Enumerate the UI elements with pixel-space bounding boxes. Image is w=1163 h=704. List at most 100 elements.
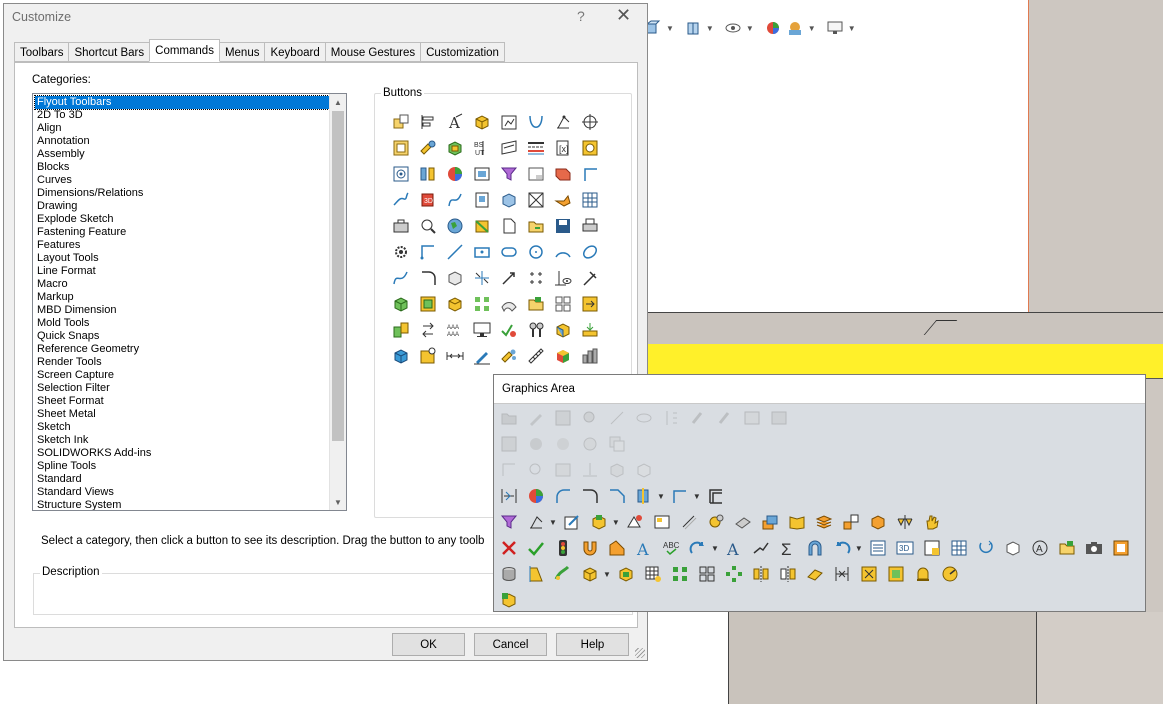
- sweep-icon[interactable]: [552, 564, 574, 584]
- features-icon[interactable]: [445, 138, 465, 158]
- offset-entities-icon[interactable]: [705, 486, 727, 506]
- linear-pattern-icon[interactable]: [472, 294, 492, 314]
- revolve-icon[interactable]: [525, 564, 547, 584]
- eye-icon[interactable]: [633, 408, 655, 428]
- tab-menus[interactable]: Menus: [218, 42, 266, 62]
- chevron-down-icon[interactable]: ▼: [603, 570, 611, 579]
- eraser-icon[interactable]: [732, 512, 754, 532]
- attach-icon[interactable]: [687, 408, 709, 428]
- text-icon[interactable]: A: [633, 538, 655, 558]
- tab-toolbars[interactable]: Toolbars: [14, 42, 70, 62]
- scroll-thumb[interactable]: [332, 111, 344, 441]
- tools-icon[interactable]: [553, 190, 573, 210]
- ellipse-icon[interactable]: [580, 242, 600, 262]
- list-item[interactable]: Quick Snaps: [35, 330, 343, 343]
- tab-commands[interactable]: Commands: [149, 39, 220, 62]
- list-item[interactable]: Macro: [35, 278, 343, 291]
- spline-icon[interactable]: [391, 268, 411, 288]
- rotate-icon[interactable]: [975, 538, 997, 558]
- smart-dimension-icon[interactable]: [580, 268, 600, 288]
- chevron-down-icon[interactable]: ▼: [693, 492, 701, 501]
- mold-folder-icon[interactable]: [526, 294, 546, 314]
- split-line-icon[interactable]: [633, 486, 655, 506]
- check-sketch-icon[interactable]: [499, 320, 519, 340]
- pattern-icon[interactable]: [526, 268, 546, 288]
- render-icon[interactable]: [525, 486, 547, 506]
- note-text-icon[interactable]: A: [723, 538, 745, 558]
- distance-icon[interactable]: [445, 346, 465, 366]
- list-item[interactable]: Sketch: [35, 421, 343, 434]
- layout-icon[interactable]: [840, 512, 862, 532]
- spline-tools-icon[interactable]: [445, 190, 465, 210]
- move-entities-icon[interactable]: [499, 268, 519, 288]
- assembly-icon[interactable]: [472, 112, 492, 132]
- traffic-light-icon[interactable]: [552, 538, 574, 558]
- chamfer-icon[interactable]: [606, 538, 628, 558]
- sheet-format-icon[interactable]: [526, 164, 546, 184]
- list-item[interactable]: Line Format: [35, 265, 343, 278]
- decal-icon[interactable]: [579, 434, 601, 454]
- align-icon[interactable]: [418, 112, 438, 132]
- drawing-tools-icon[interactable]: [624, 512, 646, 532]
- weldments-icon[interactable]: [472, 216, 492, 236]
- hide-lines-icon[interactable]: [678, 512, 700, 532]
- list-item[interactable]: Mold Tools: [35, 317, 343, 330]
- chevron-down-icon[interactable]: ▼: [855, 544, 863, 553]
- sort-icon[interactable]: [660, 408, 682, 428]
- list-item[interactable]: 2D To 3D: [35, 109, 343, 122]
- categories-scrollbar[interactable]: ▲ ▼: [329, 94, 346, 510]
- list-item[interactable]: Annotation: [35, 135, 343, 148]
- list-item[interactable]: Dimensions/Relations: [35, 187, 343, 200]
- ruler-icon[interactable]: [526, 346, 546, 366]
- screw-icon[interactable]: [526, 320, 546, 340]
- scroll-down-icon[interactable]: ▼: [330, 494, 346, 510]
- note-icon[interactable]: A: [1029, 538, 1051, 558]
- insert-part-icon[interactable]: [858, 564, 880, 584]
- mirror-icon[interactable]: [472, 268, 492, 288]
- sketch-pencil-icon[interactable]: [525, 408, 547, 428]
- hide-show-items-icon[interactable]: [724, 19, 742, 37]
- pen-icon[interactable]: [472, 346, 492, 366]
- list-item[interactable]: Standard: [35, 473, 343, 486]
- curves-icon[interactable]: [526, 112, 546, 132]
- list-item[interactable]: Sheet Metal: [35, 408, 343, 421]
- sketch-edit-icon[interactable]: [561, 512, 583, 532]
- design-table-icon[interactable]: [921, 538, 943, 558]
- list-item[interactable]: Selection Filter: [35, 382, 343, 395]
- view-settings-icon[interactable]: [826, 19, 844, 37]
- assembly-insert-icon[interactable]: [498, 590, 520, 610]
- sketch-arc-icon[interactable]: [552, 486, 574, 506]
- bell-icon[interactable]: [912, 564, 934, 584]
- mbd-dimension-icon[interactable]: [580, 138, 600, 158]
- selection-filter-icon[interactable]: [499, 164, 519, 184]
- tab-customization[interactable]: Customization: [420, 42, 505, 62]
- tab-mouse-gestures[interactable]: Mouse Gestures: [324, 42, 422, 62]
- view-icon[interactable]: [552, 460, 574, 480]
- components-icon[interactable]: [768, 408, 790, 428]
- list-item[interactable]: Reference Geometry: [35, 343, 343, 356]
- chevron-down-icon[interactable]: ▼: [706, 24, 714, 33]
- layer-icon[interactable]: [759, 512, 781, 532]
- chevron-down-icon[interactable]: ▼: [746, 24, 754, 33]
- open-icon[interactable]: [498, 408, 520, 428]
- resize-grip[interactable]: [635, 648, 645, 658]
- mirror-feature-icon[interactable]: [750, 564, 772, 584]
- list-item[interactable]: Explode Sketch: [35, 213, 343, 226]
- loft-icon[interactable]: [615, 564, 637, 584]
- sheet-metal-icon[interactable]: [553, 164, 573, 184]
- arch-icon[interactable]: [804, 538, 826, 558]
- grid-pattern-icon[interactable]: [553, 294, 573, 314]
- spell-check-icon[interactable]: ABC: [660, 538, 682, 558]
- display-style-icon[interactable]: [684, 19, 702, 37]
- cube-icon[interactable]: [391, 346, 411, 366]
- standard-icon[interactable]: [472, 190, 492, 210]
- chevron-down-icon[interactable]: ▼: [657, 492, 665, 501]
- grid-table-icon[interactable]: [948, 538, 970, 558]
- list-item[interactable]: Sheet Format: [35, 395, 343, 408]
- sketch-fillet-icon[interactable]: [579, 486, 601, 506]
- gear-icon[interactable]: [391, 242, 411, 262]
- chevron-down-icon[interactable]: ▼: [711, 544, 719, 553]
- open-document-icon[interactable]: [526, 216, 546, 236]
- chevron-down-icon[interactable]: ▼: [612, 518, 620, 527]
- globe-icon[interactable]: [445, 216, 465, 236]
